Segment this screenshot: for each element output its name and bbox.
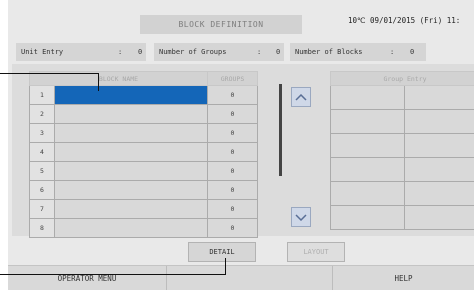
help-button[interactable]: HELP <box>333 266 474 290</box>
count-value: 0 <box>410 48 414 56</box>
block-name-cell[interactable] <box>55 181 208 200</box>
layout-button[interactable]: LAYOUT <box>287 242 345 262</box>
table-row[interactable]: 1 0 <box>30 86 258 105</box>
count-separator: : <box>390 48 394 56</box>
block-name-cell[interactable] <box>55 200 208 219</box>
scroll-down-button[interactable] <box>291 207 311 227</box>
clock-display: 10℃ 09/01/2015 (Fri) 11: <box>348 16 460 25</box>
group-entry-cell[interactable] <box>405 134 474 158</box>
block-name-cell[interactable] <box>55 143 208 162</box>
row-number: 8 <box>30 219 55 238</box>
table-row[interactable]: 7 0 <box>30 200 258 219</box>
table-row[interactable]: 2 0 <box>30 105 258 124</box>
table-row[interactable]: 6 0 <box>30 181 258 200</box>
row-number: 2 <box>30 105 55 124</box>
callout-line <box>0 274 225 275</box>
count-label: Number of Blocks <box>295 48 362 56</box>
count-separator: : <box>257 48 261 56</box>
row-number: 4 <box>30 143 55 162</box>
groups-cell: 0 <box>208 105 258 124</box>
bottom-menu-bar: OPERATOR MENU HELP <box>8 265 474 290</box>
row-number: 3 <box>30 124 55 143</box>
group-entry-cell[interactable] <box>331 110 405 134</box>
number-of-blocks-count: Number of Blocks : 0 <box>290 43 426 61</box>
group-entry-cell[interactable] <box>405 182 474 206</box>
callout-line <box>98 73 99 91</box>
number-of-groups-count: Number of Groups : 0 <box>154 43 284 61</box>
group-entry-cell[interactable] <box>331 206 405 230</box>
count-separator: : <box>118 48 122 56</box>
block-name-cell[interactable] <box>55 124 208 143</box>
count-label: Unit Entry <box>21 48 63 56</box>
groups-header: GROUPS <box>208 72 258 86</box>
table-row[interactable]: 8 0 <box>30 219 258 238</box>
table-row[interactable] <box>331 110 474 134</box>
groups-cell: 0 <box>208 181 258 200</box>
callout-line <box>0 73 98 74</box>
down-arrow-icon <box>295 214 307 221</box>
row-number: 5 <box>30 162 55 181</box>
callout-line <box>225 258 226 275</box>
row-number: 6 <box>30 181 55 200</box>
table-row[interactable] <box>331 206 474 230</box>
table-row[interactable] <box>331 182 474 206</box>
count-label: Number of Groups <box>159 48 226 56</box>
group-entry-cell[interactable] <box>331 182 405 206</box>
block-name-cell[interactable] <box>55 162 208 181</box>
block-table: BLOCK NAME GROUPS 1 0 2 0 3 0 4 <box>29 71 258 238</box>
block-name-cell[interactable] <box>55 86 208 105</box>
row-number: 1 <box>30 86 55 105</box>
table-row[interactable] <box>331 158 474 182</box>
up-arrow-icon <box>295 94 307 101</box>
groups-cell: 0 <box>208 86 258 105</box>
operator-menu-button[interactable]: OPERATOR MENU <box>8 266 166 290</box>
unit-entry-count: Unit Entry : 0 <box>16 43 146 61</box>
group-entry-cell[interactable] <box>405 86 474 110</box>
group-entry-header: Group Entry <box>331 72 474 86</box>
groups-cell: 0 <box>208 219 258 238</box>
block-definition-screen: BLOCK DEFINITION 10℃ 09/01/2015 (Fri) 11… <box>8 0 474 289</box>
table-row[interactable]: 3 0 <box>30 124 258 143</box>
row-number: 7 <box>30 200 55 219</box>
count-value: 0 <box>276 48 280 56</box>
groups-cell: 0 <box>208 143 258 162</box>
table-scrollbar[interactable] <box>279 84 282 176</box>
blank-menu-button[interactable] <box>167 266 332 290</box>
table-row[interactable]: 5 0 <box>30 162 258 181</box>
count-value: 0 <box>138 48 142 56</box>
group-entry-cell[interactable] <box>331 86 405 110</box>
page-title: BLOCK DEFINITION <box>140 15 302 34</box>
groups-cell: 0 <box>208 162 258 181</box>
group-entry-table: Group Entry <box>330 71 474 230</box>
table-row[interactable]: 4 0 <box>30 143 258 162</box>
scroll-up-button[interactable] <box>291 87 311 107</box>
detail-button[interactable]: DETAIL <box>188 242 256 262</box>
block-name-cell[interactable] <box>55 219 208 238</box>
groups-cell: 0 <box>208 124 258 143</box>
table-row[interactable] <box>331 86 474 110</box>
group-entry-cell[interactable] <box>331 158 405 182</box>
title-bar: BLOCK DEFINITION 10℃ 09/01/2015 (Fri) 11… <box>8 0 474 40</box>
group-entry-cell[interactable] <box>331 134 405 158</box>
block-name-cell[interactable] <box>55 105 208 124</box>
group-entry-cell[interactable] <box>405 110 474 134</box>
groups-cell: 0 <box>208 200 258 219</box>
group-entry-cell[interactable] <box>405 158 474 182</box>
table-row[interactable] <box>331 134 474 158</box>
group-entry-cell[interactable] <box>405 206 474 230</box>
